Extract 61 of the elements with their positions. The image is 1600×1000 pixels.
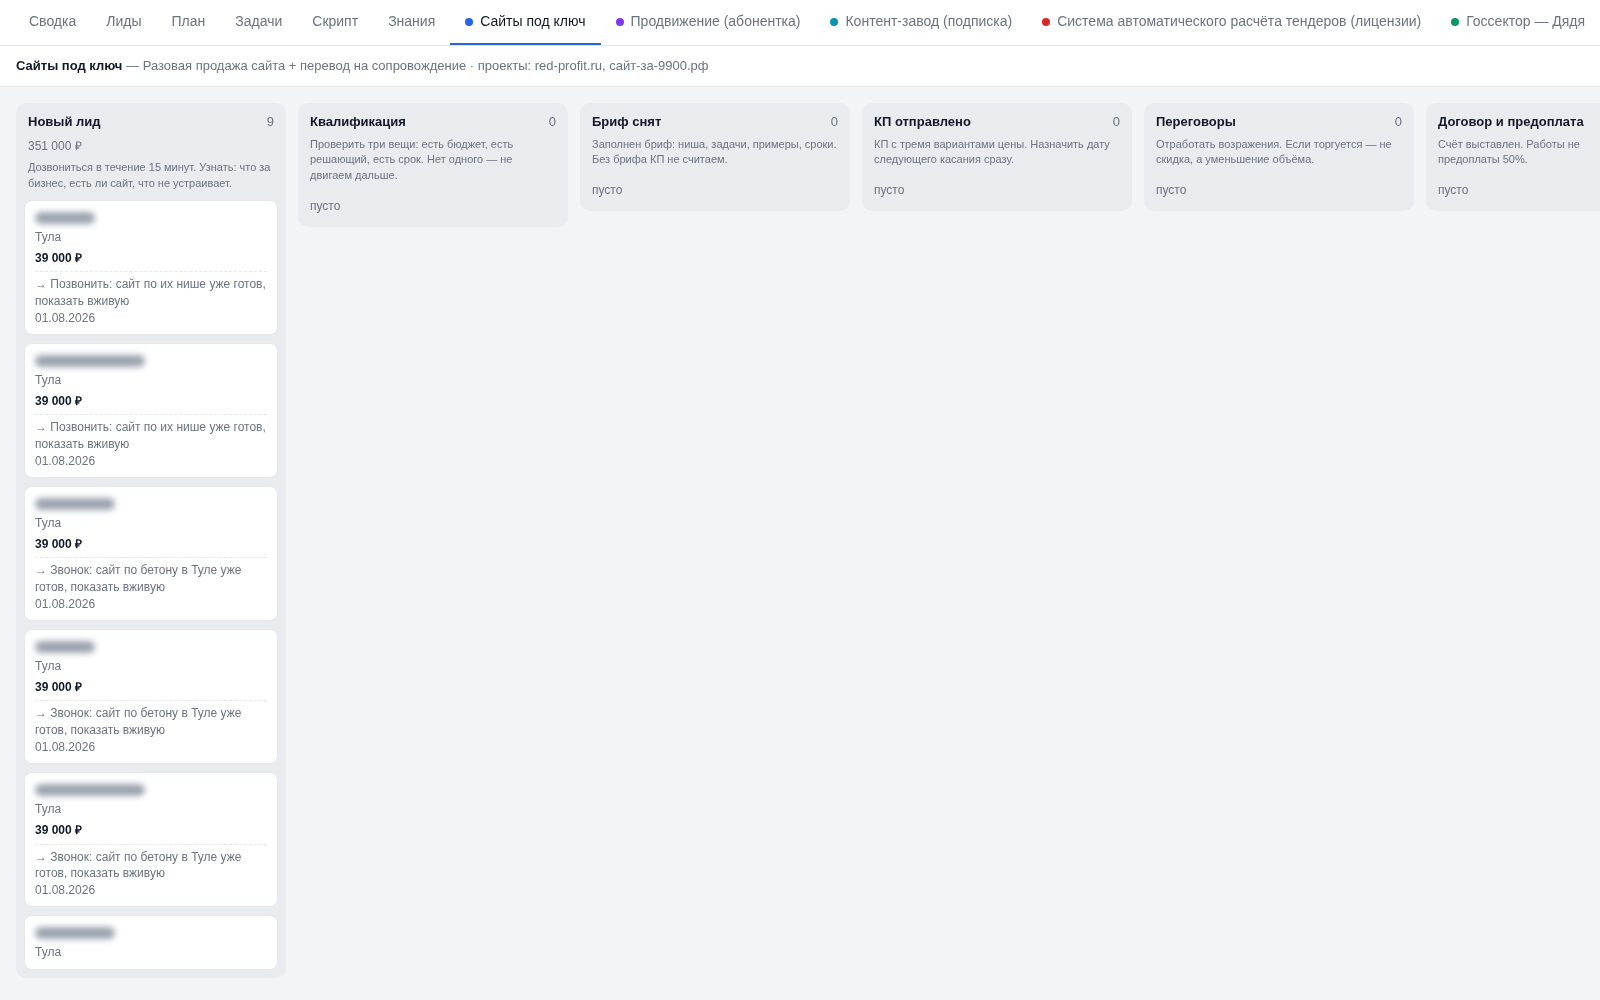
column-description: Отработать возражения. Если торгуется — не скидка, а уменьшение объёма.: [1155, 136, 1393, 168]
tab[interactable]: Система автоматического расчёта тендеров (лицензии): [1027, 0, 1437, 45]
empty-label: пусто: [1155, 182, 1188, 199]
deal-card[interactable]: Тула 39 000 ₽ → Звонок: сайт по бетону в Туле уже готов, показать вживую 01.08.2026: [24, 629, 278, 765]
column-count: 9: [266, 113, 274, 131]
tab[interactable]: Знания: [373, 0, 451, 45]
tab[interactable]: Госсектор — Дядя: [1436, 0, 1600, 45]
deal-card[interactable]: Тула 39 000 ₽ → Позвонить: сайт по их нише уже готов, показать вживую 01.08.2026: [24, 342, 278, 478]
empty-label: пусто: [873, 182, 906, 199]
deal-card[interactable]: Тула 39 000 ₽ → Звонок: сайт по бетону в Туле уже готов, показать вживую 01.08.2026: [24, 485, 278, 622]
deal-city: Тула: [35, 371, 63, 388]
deal-city: Тула: [35, 514, 63, 532]
deal-date: 01.08.2026: [35, 739, 97, 756]
column-title: Договор и предоплата: [1438, 113, 1584, 131]
deal-city: Тула: [35, 944, 63, 961]
deal-price: 39 000 ₽: [35, 392, 267, 416]
deal-city: Тула: [35, 228, 63, 245]
deal-next-step: → Позвонить: сайт по их нише уже готов, показать вживую: [35, 419, 267, 453]
tab[interactable]: Продвижение (абонентка): [600, 0, 816, 45]
column-description: КП с тремя вариантами цены. Назначить дату следующего касания сразу.: [873, 136, 1111, 168]
deal-date: 01.08.2026: [35, 452, 97, 469]
column-description: Заполнен бриф: ниша, задачи, примеры, сроки. Без брифа КП не считаем.: [591, 136, 838, 168]
deal-next-step: → Позвонить: сайт по их нише уже готов, показать вживую: [35, 276, 267, 310]
empty-label: пусто: [1437, 182, 1470, 199]
deal-card[interactable]: Тула 39 000 ₽ → Позвонить: сайт по их нише уже готов, показать вживую 01.08.2026: [24, 199, 278, 335]
column-description: Дозвониться в течение 15 минут. Узнать: что за бизнес, есть ли сайт, что не устраивает.: [27, 159, 272, 191]
tab[interactable]: Контент-завод (подписка): [815, 0, 1028, 45]
deal-date: 01.08.2026: [35, 595, 97, 613]
tab[interactable]: Задачи: [220, 0, 298, 45]
deal-next-step: → Звонок: сайт по бетону в Туле уже готов, показать вживую: [35, 562, 267, 596]
column-title: Новый лид: [28, 113, 101, 131]
deal-price: 39 000 ₽: [35, 249, 267, 272]
deal-price: 39 000 ₽: [35, 679, 267, 702]
deal-price: 39 000 ₽: [35, 536, 267, 559]
deal-city: Тула: [35, 658, 63, 675]
deal-date: 01.08.2026: [35, 882, 97, 899]
deal-date: 01.08.2026: [35, 309, 97, 326]
empty-label: пусто: [309, 198, 342, 215]
deal-next-step: → Звонок: сайт по бетону в Туле уже готов, показать вживую: [35, 705, 267, 740]
column-title: Квалификация: [310, 113, 406, 131]
column-title: Бриф снят: [592, 113, 662, 131]
deal-card[interactable]: Тула: [24, 915, 278, 970]
column-count: 0: [548, 113, 556, 131]
deal-price: 39 000 ₽: [35, 822, 267, 845]
deal-city: Тула: [35, 801, 63, 818]
column-count: 0: [1112, 113, 1120, 131]
deal-card[interactable]: Тула 39 000 ₽ → Звонок: сайт по бетону в Туле уже готов, показать вживую 01.08.2026: [24, 772, 278, 908]
tab[interactable]: Лиды: [91, 0, 157, 45]
column-title: КП отправлено: [874, 113, 971, 131]
column-count: 0: [830, 113, 838, 131]
column-total: 351 000 ₽: [27, 137, 83, 154]
tab[interactable]: Скрипт: [297, 0, 374, 45]
column-description: Счёт выставлен. Работы не предоплаты 50%.: [1437, 136, 1581, 168]
column-description: Проверить три вещи: есть бюджет, есть решающий, есть срок. Нет одного — не двигаем дальше.: [309, 136, 515, 184]
page-subtitle: Сайты под ключ — Разовая продажа сайта + перевод на сопровождение · проекты: red-profit.ru, сайт-за-9900.рф: [16, 57, 709, 75]
column-title: Переговоры: [1156, 113, 1236, 131]
empty-label: пусто: [591, 182, 624, 199]
column-count: 0: [1394, 113, 1402, 131]
deal-next-step: → Звонок: сайт по бетону в Туле уже готов, показать вживую: [35, 848, 267, 883]
tab[interactable]: План: [156, 0, 221, 45]
tab[interactable]: Сводка: [14, 0, 92, 45]
